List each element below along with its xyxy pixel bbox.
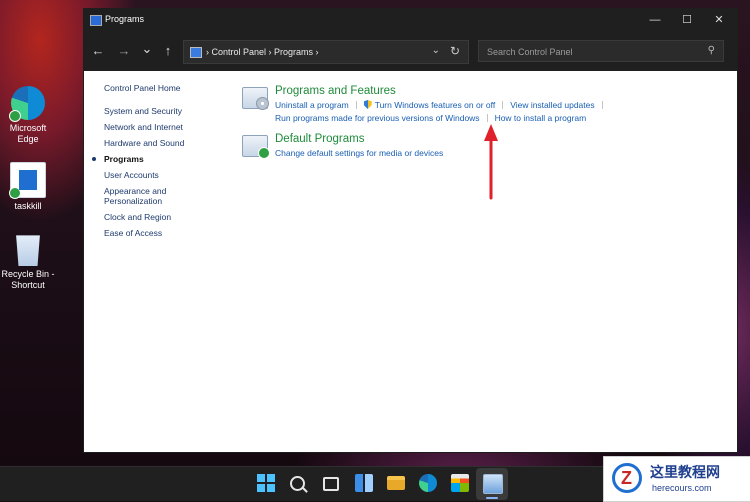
start-icon[interactable] — [257, 474, 275, 492]
file-explorer-icon[interactable] — [387, 476, 405, 490]
widgets-icon[interactable] — [355, 474, 373, 492]
watermark: Z 这里教程网 herecours.com — [603, 456, 750, 502]
edge-icon[interactable] — [419, 474, 437, 492]
task-view-icon[interactable] — [323, 477, 339, 491]
annotation-arrow — [484, 124, 498, 200]
arrow-head — [484, 124, 498, 141]
store-icon[interactable] — [451, 474, 469, 492]
control-panel-taskbar-icon[interactable] — [483, 474, 503, 494]
watermark-brand: 这里教程网 — [650, 464, 720, 480]
watermark-logo-icon: Z — [612, 463, 642, 493]
watermark-url: herecours.com — [652, 483, 712, 493]
search-icon[interactable] — [290, 476, 305, 491]
running-indicator — [486, 497, 498, 499]
